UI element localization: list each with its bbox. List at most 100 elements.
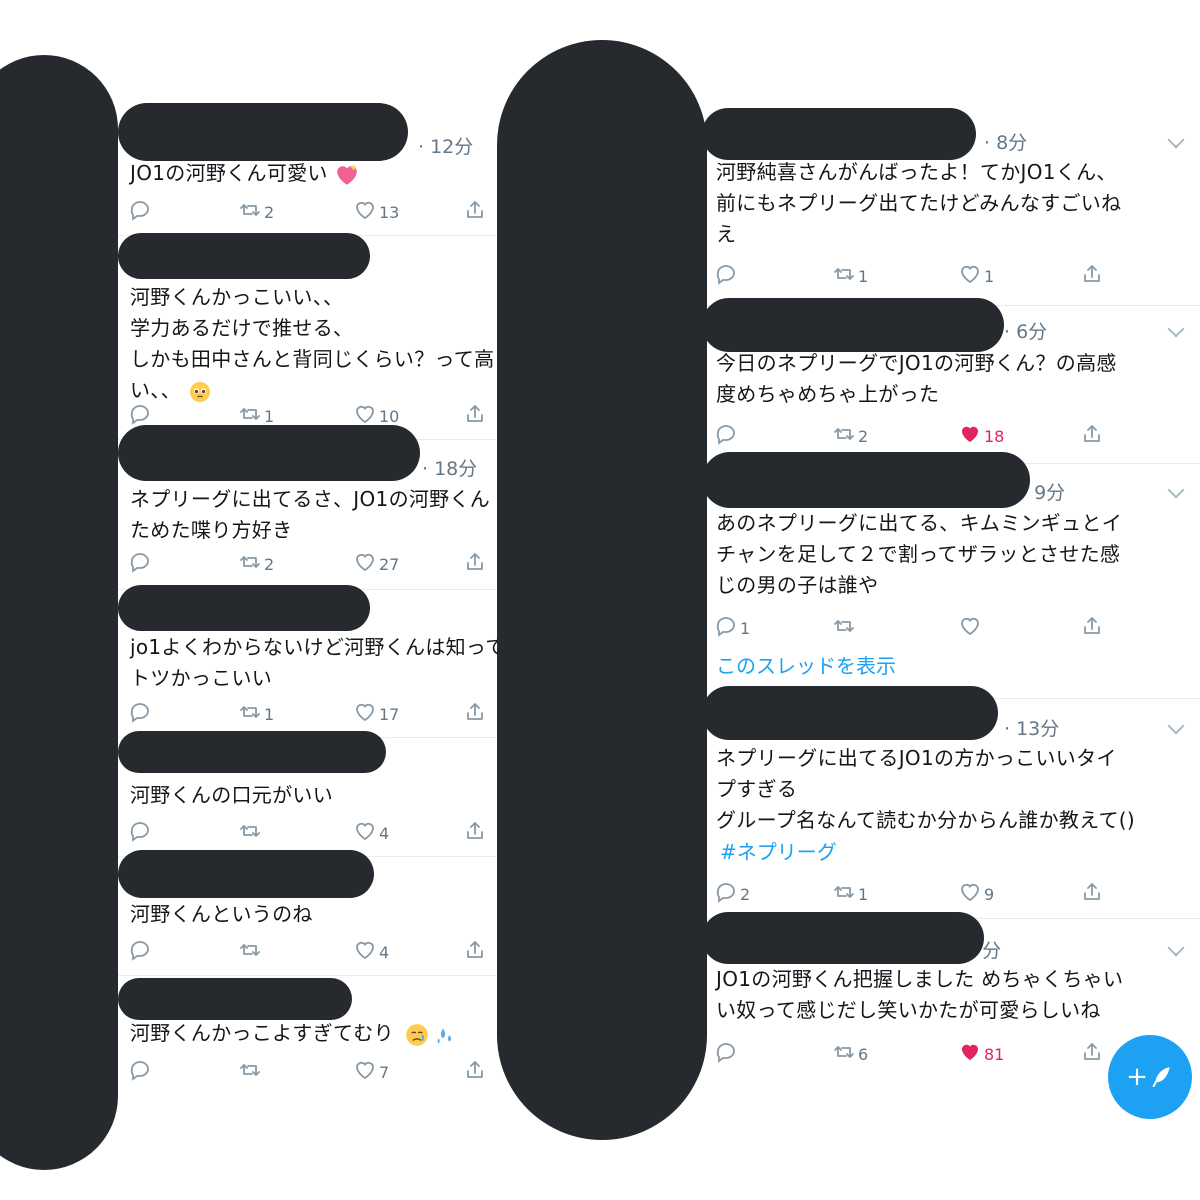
tweet-text: 河野くんの口元がいい <box>130 780 333 811</box>
retweet-count: 1 <box>264 406 275 426</box>
like-button[interactable]: 18 <box>958 422 1004 450</box>
retweet-button[interactable]: 1 <box>832 880 868 908</box>
username-redaction <box>702 686 998 740</box>
username-redaction <box>118 978 352 1020</box>
retweet-button[interactable]: 6 <box>832 1040 868 1068</box>
sparkling-heart-emoji <box>328 161 361 185</box>
tweet-timestamp[interactable]: · 8分 <box>984 128 1027 155</box>
tweet-text-content: jo1よくわからないけど河野くんは知って トツかっこいい <box>130 635 500 690</box>
share-button[interactable] <box>463 700 487 728</box>
retweet-icon <box>832 880 856 908</box>
like-button[interactable]: 7 <box>353 1058 389 1086</box>
like-button[interactable]: 1 <box>958 262 994 290</box>
retweet-icon <box>238 1058 262 1086</box>
retweet-button[interactable] <box>238 1058 264 1086</box>
chevron-down-icon[interactable] <box>1167 481 1185 499</box>
reply-button[interactable] <box>128 198 154 226</box>
share-button[interactable] <box>463 198 487 226</box>
retweet-button[interactable]: 1 <box>832 262 868 290</box>
hashtag-link[interactable]: #ネプリーグ <box>720 836 837 865</box>
share-button[interactable] <box>463 402 487 430</box>
reply-button[interactable] <box>714 1040 740 1068</box>
retweet-button[interactable]: 2 <box>238 550 274 578</box>
tweet-text-content: 河野くんというのね <box>130 902 313 926</box>
share-button[interactable] <box>463 938 487 966</box>
tweet-text: jo1よくわからないけど河野くんは知って トツかっこいい <box>130 632 500 694</box>
redaction-blob-left <box>0 55 118 1170</box>
retweet-button[interactable]: 1 <box>238 700 274 728</box>
retweet-button[interactable]: 2 <box>238 198 274 226</box>
reply-icon <box>714 422 738 450</box>
crying-face-sweat-emoji <box>394 1021 459 1046</box>
reply-button[interactable] <box>128 1058 154 1086</box>
retweet-button[interactable]: 2 <box>832 422 868 450</box>
like-count: 27 <box>379 554 400 574</box>
tweet-actions: 11 <box>702 262 1200 290</box>
show-thread-link[interactable]: このスレッドを表示 <box>716 650 896 679</box>
tweet-text-content: 河野くんかっこよすぎてむり <box>130 1021 394 1045</box>
share-button[interactable] <box>1080 262 1104 290</box>
reply-count: 1 <box>740 618 751 638</box>
reply-icon <box>714 262 738 290</box>
reply-button[interactable] <box>714 262 740 290</box>
tweet-text-content: 今日のネプリーグでJO1の河野くん？の高感 度めちゃめちゃ上がった <box>716 351 1117 406</box>
like-button[interactable]: 17 <box>353 700 399 728</box>
share-button[interactable] <box>463 1058 487 1086</box>
retweet-count: 2 <box>264 554 275 574</box>
like-button[interactable] <box>958 614 984 642</box>
retweet-count: 1 <box>858 266 869 286</box>
like-count: 7 <box>379 1062 390 1082</box>
tweet-text-content: 河野純喜さんがんばったよ！てかJO1くん、 前にもネプリーグ出てたけどみんなすご… <box>716 160 1122 246</box>
tweet-timestamp[interactable]: · 18分 <box>422 454 477 481</box>
reply-button[interactable]: 2 <box>714 880 750 908</box>
like-icon <box>958 880 982 908</box>
feather-icon <box>1152 1067 1170 1087</box>
username-redaction <box>118 585 370 631</box>
share-icon <box>1080 614 1104 642</box>
like-button[interactable]: 9 <box>958 880 994 908</box>
share-icon <box>1080 422 1104 450</box>
tweet-timestamp[interactable]: · 6分 <box>1004 317 1047 344</box>
like-icon <box>353 198 377 226</box>
share-button[interactable] <box>1080 614 1104 642</box>
retweet-button[interactable] <box>832 614 858 642</box>
like-count: 17 <box>379 704 400 724</box>
chevron-down-icon[interactable] <box>1167 939 1185 957</box>
like-button[interactable]: 4 <box>353 938 389 966</box>
reply-icon <box>128 1058 152 1086</box>
share-icon <box>463 550 487 578</box>
share-button[interactable] <box>463 550 487 578</box>
share-icon <box>463 402 487 430</box>
reply-button[interactable] <box>128 700 154 728</box>
reply-button[interactable] <box>128 819 154 847</box>
reply-button[interactable] <box>714 422 740 450</box>
share-button[interactable] <box>1080 422 1104 450</box>
tweet-text: あのネプリーグに出てる、キムミンギュとイ チャンを足して２で割ってザラッとさせた… <box>716 508 1122 601</box>
like-button[interactable]: 4 <box>353 819 389 847</box>
chevron-down-icon[interactable] <box>1167 320 1185 338</box>
share-button[interactable] <box>463 819 487 847</box>
retweet-button[interactable] <box>238 819 264 847</box>
pleading-face-emoji <box>181 378 212 402</box>
reply-icon <box>128 819 152 847</box>
compose-tweet-button[interactable]: + <box>1108 1035 1192 1119</box>
reply-icon <box>128 198 152 226</box>
tweet-text-content: JO1の河野くん把握しました めちゃくちゃい い奴って感じだし笑いかたが可愛らし… <box>716 967 1124 1022</box>
like-button[interactable]: 27 <box>353 550 399 578</box>
reply-icon <box>714 1040 738 1068</box>
share-button[interactable] <box>1080 880 1104 908</box>
reply-button[interactable] <box>128 550 154 578</box>
tweet-text: ネプリーグに出てるJO1の方かっこいいタイ プすぎる グループ名なんて読むか分か… <box>716 743 1135 836</box>
retweet-button[interactable] <box>238 938 264 966</box>
username-redaction <box>118 233 370 279</box>
tweet-timestamp[interactable]: · 13分 <box>1004 714 1059 741</box>
reply-button[interactable]: 1 <box>714 614 750 642</box>
tweet-timestamp[interactable]: · 12分 <box>418 132 473 159</box>
reply-button[interactable] <box>128 938 154 966</box>
chevron-down-icon[interactable] <box>1167 131 1185 149</box>
chevron-down-icon[interactable] <box>1167 717 1185 735</box>
like-button[interactable]: 13 <box>353 198 399 226</box>
like-button[interactable]: 81 <box>958 1040 1004 1068</box>
share-button[interactable] <box>1080 1040 1104 1068</box>
tweet-text: 河野くんというのね <box>130 899 313 930</box>
